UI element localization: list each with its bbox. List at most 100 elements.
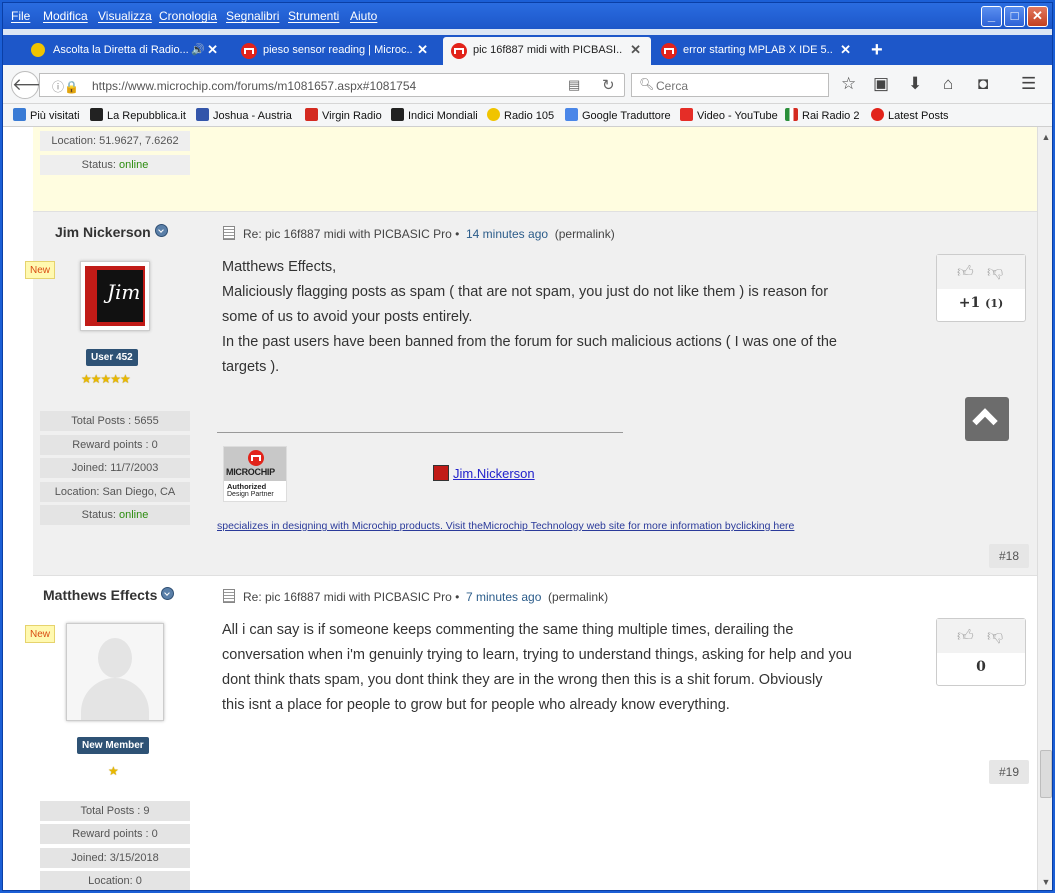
url-text: https://www.microchip.com/forums/m108165…: [92, 79, 417, 93]
close-tab-icon[interactable]: ✕: [207, 42, 218, 58]
menu-cronologia[interactable]: Cronologia: [159, 9, 217, 23]
menu-strumenti[interactable]: Strumenti: [288, 9, 339, 23]
close-tab-icon[interactable]: ✕: [840, 42, 851, 58]
post-username[interactable]: Jim Nickerson: [55, 224, 168, 240]
post-19: Matthews Effects New New Member ★ Total …: [25, 575, 1037, 890]
thumbs-down-icon[interactable]: 👎︎: [987, 263, 1003, 282]
post-number[interactable]: #19: [989, 760, 1029, 784]
joshua-icon: [196, 108, 209, 121]
rating-stars: ★: [108, 764, 119, 778]
bookmark-item[interactable]: Radio 105: [487, 108, 554, 122]
user-menu-icon[interactable]: [161, 587, 175, 600]
menu-file[interactable]: File: [11, 9, 30, 23]
bookmarks-list-icon[interactable]: ▣: [873, 74, 889, 94]
menu-modifica[interactable]: Modifica: [43, 9, 88, 23]
bookmark-star-icon[interactable]: ☆: [841, 74, 856, 94]
bookmark-item[interactable]: La Repubblica.it: [90, 108, 186, 122]
indici-mondiali-icon: [391, 108, 404, 121]
stat-total-posts: Total Posts : 9: [40, 801, 190, 821]
navigation-bar: 🡐 ⓘ🔒 https://www.microchip.com/forums/m1…: [3, 65, 1052, 104]
home-icon[interactable]: ⌂: [943, 74, 953, 94]
avatar[interactable]: Jim: [80, 261, 150, 331]
back-button[interactable]: 🡐: [11, 71, 58, 99]
scroll-up-icon[interactable]: ▲: [1038, 129, 1052, 145]
vertical-scrollbar[interactable]: ▲ ▼: [1037, 127, 1052, 890]
avatar[interactable]: [66, 623, 164, 721]
maximize-button[interactable]: □: [1004, 6, 1025, 27]
thumbs-up-icon[interactable]: 👍︎: [957, 263, 974, 282]
italy-flag-icon: [785, 108, 798, 121]
radio105-icon: [487, 108, 500, 121]
new-badge: New: [25, 625, 55, 643]
stat-joined: Joined: 11/7/2003: [40, 458, 190, 478]
menu-hamburger-icon[interactable]: ☰: [1021, 74, 1036, 94]
rank-badge: New Member: [77, 737, 149, 754]
post-time-link[interactable]: 14 minutes ago: [466, 227, 548, 241]
bookmark-item[interactable]: Joshua - Austria: [196, 108, 292, 122]
new-tab-icon[interactable]: +: [871, 39, 883, 62]
reload-icon[interactable]: ↻: [602, 76, 615, 94]
menu-visualizza[interactable]: Visualizza: [98, 9, 152, 23]
google-translate-icon: [565, 108, 578, 121]
vote-score: +1 (1): [958, 295, 1004, 311]
tab-bar: Ascolta la Diretta di Radio... 🔊 ✕ pieso…: [3, 35, 1052, 65]
post-header: Re: pic 16f887 midi with PICBASIC Pro • …: [223, 226, 615, 241]
permalink[interactable]: (permalink): [548, 590, 608, 604]
new-badge: New: [25, 261, 55, 279]
speaker-icon[interactable]: 🔊: [191, 43, 205, 56]
microchip-icon: [451, 43, 467, 59]
page-content: Location: 51.9627, 7.6262 Status: online…: [3, 127, 1037, 890]
menu-segnalibri[interactable]: Segnalibri: [226, 9, 279, 23]
bookmark-item[interactable]: Virgin Radio: [305, 108, 382, 122]
pocket-icon[interactable]: ◘: [978, 74, 988, 94]
previous-post: Location: 51.9627, 7.6262 Status: online: [33, 127, 1037, 211]
bookmark-item[interactable]: Google Traduttore: [565, 108, 671, 122]
menu-aiuto[interactable]: Aiuto: [350, 9, 377, 23]
post-username[interactable]: Matthews Effects: [43, 587, 175, 603]
reader-view-icon[interactable]: ▤: [568, 77, 580, 93]
site-info-icon[interactable]: ⓘ🔒: [52, 78, 79, 95]
tab-mplab-error[interactable]: error starting MPLAB X IDE 5.... ✕: [653, 37, 861, 65]
tab-radio105[interactable]: Ascolta la Diretta di Radio... 🔊 ✕: [23, 37, 228, 65]
signature-link[interactable]: Jim.Nickerson: [433, 465, 535, 481]
post-time-link[interactable]: 7 minutes ago: [466, 590, 541, 604]
url-bar[interactable]: ⓘ🔒 https://www.microchip.com/forums/m108…: [39, 73, 625, 97]
post-header: Re: pic 16f887 midi with PICBASIC Pro • …: [223, 589, 608, 604]
bookmark-item[interactable]: Più visitati: [13, 108, 80, 122]
stat-reward-points: Reward points : 0: [40, 824, 190, 844]
signature-text-link[interactable]: specializes in designing with Microchip …: [217, 520, 794, 532]
stat-location: Location: San Diego, CA: [40, 482, 190, 502]
post-number[interactable]: #18: [989, 544, 1029, 568]
search-icon: 🔍︎: [639, 77, 655, 91]
youtube-icon: [680, 108, 693, 121]
close-tab-icon[interactable]: ✕: [630, 42, 641, 58]
downloads-icon[interactable]: ⬇: [908, 74, 922, 94]
search-input[interactable]: [654, 76, 828, 96]
microchip-partner-logo[interactable]: MICROCHIP Authorized Design Partner: [223, 446, 287, 502]
vote-box: 👍︎ 👎︎ 0: [936, 618, 1026, 686]
scroll-to-top-button[interactable]: [965, 397, 1009, 441]
scroll-down-icon[interactable]: ▼: [1038, 874, 1052, 890]
scrollbar-thumb[interactable]: [1040, 750, 1052, 798]
permalink[interactable]: (permalink): [555, 227, 615, 241]
tab-pic16f887-active[interactable]: pic 16f887 midi with PICBASI... ✕: [443, 37, 651, 65]
tab-pieso-sensor[interactable]: pieso sensor reading | Microc... ✕: [233, 37, 438, 65]
bookmark-item[interactable]: Video - YouTube: [680, 108, 778, 122]
vote-box: 👍︎ 👎︎ +1 (1): [936, 254, 1026, 322]
thumbs-up-icon[interactable]: 👍︎: [957, 627, 974, 646]
post-body: Matthews Effects, Maliciously flagging p…: [222, 259, 837, 375]
rank-badge: User 452: [86, 349, 138, 366]
user-menu-icon[interactable]: [154, 224, 168, 237]
close-tab-icon[interactable]: ✕: [417, 42, 428, 58]
thumbs-down-icon[interactable]: 👎︎: [987, 627, 1003, 646]
bookmark-item[interactable]: Indici Mondiali: [391, 108, 478, 122]
repubblica-icon: [90, 108, 103, 121]
minimize-button[interactable]: _: [981, 6, 1002, 27]
microchip-icon: [241, 43, 257, 59]
close-window-button[interactable]: ✕: [1027, 6, 1048, 27]
microchip-icon: [871, 108, 884, 121]
bookmark-item[interactable]: Rai Radio 2: [785, 108, 859, 122]
menu-bar: File Modifica Visualizza Cronologia Segn…: [3, 3, 1052, 29]
bookmark-item[interactable]: Latest Posts: [871, 108, 949, 122]
search-box[interactable]: 🔍︎: [631, 73, 829, 97]
